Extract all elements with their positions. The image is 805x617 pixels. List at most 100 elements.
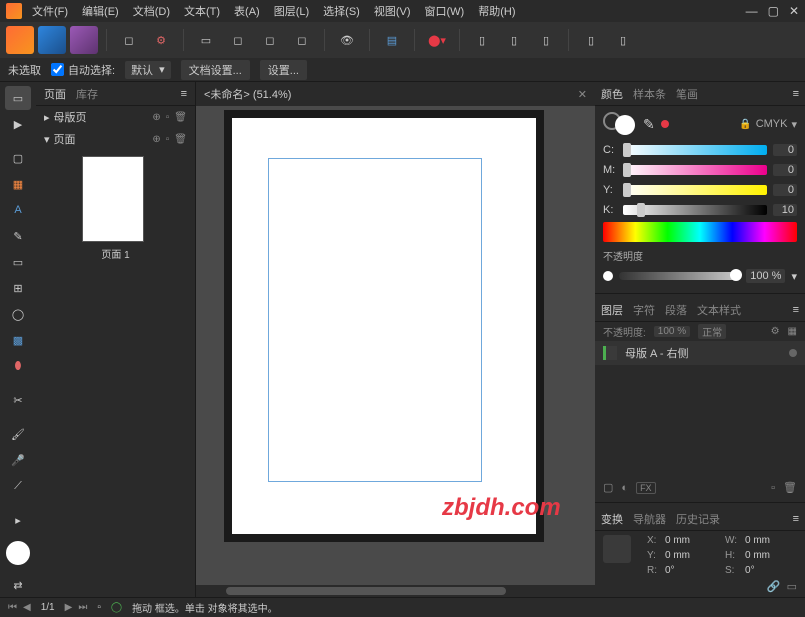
close-button[interactable]: ✕: [789, 4, 799, 18]
opacity-value[interactable]: 100 %: [746, 269, 785, 283]
y-value[interactable]: 0 mm: [665, 550, 717, 561]
opacity-slider[interactable]: [619, 272, 740, 280]
toolbar-icon-4[interactable]: ◻: [288, 26, 316, 54]
table-tool[interactable]: ▦: [5, 172, 31, 196]
shape-tool[interactable]: ⬮: [5, 354, 31, 378]
more-tools[interactable]: ▸: [5, 508, 31, 532]
menu-view[interactable]: 视图(V): [374, 3, 411, 19]
magenta-value[interactable]: 0: [773, 164, 797, 176]
panel-menu-icon[interactable]: ≡: [793, 88, 799, 100]
preflight-icon[interactable]: ⚙: [147, 26, 175, 54]
tab-swatches[interactable]: 样本条: [633, 86, 666, 102]
menu-text[interactable]: 文本(T): [184, 3, 220, 19]
persona-publisher-icon[interactable]: [6, 26, 34, 54]
auto-select-dropdown[interactable]: 默认 ▾: [125, 61, 171, 79]
link-icon[interactable]: 🔗: [767, 580, 781, 593]
fill-stroke-swatch[interactable]: [603, 112, 637, 136]
tab-layers[interactable]: 图层: [601, 302, 623, 318]
menu-select[interactable]: 选择(S): [323, 3, 360, 19]
tab-stroke[interactable]: 笔画: [676, 86, 698, 102]
add-layer-icon[interactable]: ▫: [771, 482, 775, 494]
pages-row[interactable]: ▾ 页面 ⊕ ▫ 🗑: [36, 128, 195, 150]
toolbar-icon-3[interactable]: ◻: [256, 26, 284, 54]
menu-layer[interactable]: 图层(L): [274, 3, 309, 19]
layer-gear-icon[interactable]: ⚙: [771, 326, 780, 337]
artistic-text-tool[interactable]: A: [5, 198, 31, 222]
tab-transform[interactable]: 变换: [601, 511, 623, 527]
panel-menu-icon[interactable]: ≡: [181, 88, 187, 100]
r-value[interactable]: 0°: [665, 565, 717, 576]
layer-lock-icon[interactable]: ▦: [788, 326, 797, 337]
color-spectrum[interactable]: [603, 222, 797, 242]
page-thumbnail[interactable]: [82, 156, 144, 242]
adjust-icon[interactable]: ◐: [621, 482, 628, 494]
mask-icon[interactable]: ▢: [603, 481, 613, 494]
first-page-icon[interactable]: ⏮: [8, 602, 17, 613]
align-icon-1[interactable]: ▯: [468, 26, 496, 54]
yellow-slider[interactable]: Y: 0: [603, 182, 797, 198]
horizontal-scrollbar[interactable]: [196, 585, 595, 597]
color-picker-icon[interactable]: ⬤▾: [423, 26, 451, 54]
color-mode-dropdown[interactable]: 🔒 CMYK ▾: [739, 118, 797, 131]
fx-button[interactable]: FX: [636, 482, 656, 494]
tab-character[interactable]: 字符: [633, 302, 655, 318]
cyan-slider[interactable]: C: 0: [603, 142, 797, 158]
minimize-button[interactable]: —: [746, 4, 758, 18]
layer-visibility-dot[interactable]: [789, 349, 797, 357]
h-value[interactable]: 0 mm: [745, 550, 797, 561]
tab-color[interactable]: 颜色: [601, 86, 623, 102]
ellipse-tool[interactable]: ◯: [5, 302, 31, 326]
settings-button[interactable]: 设置...: [260, 60, 307, 80]
auto-select-checkbox[interactable]: 自动选择:: [51, 62, 115, 78]
cyan-value[interactable]: 0: [773, 144, 797, 156]
next-page-icon[interactable]: ▶: [65, 602, 73, 613]
tab-textstyle[interactable]: 文本样式: [697, 302, 741, 318]
add-icon[interactable]: ⊕: [152, 134, 160, 145]
delete-layer-icon[interactable]: 🗑: [783, 481, 797, 494]
prev-page-icon[interactable]: ◀: [23, 602, 31, 613]
document-icon[interactable]: ▭: [192, 26, 220, 54]
duplicate-icon[interactable]: ▫: [166, 112, 170, 123]
brush-tool[interactable]: 🖌: [5, 422, 31, 446]
s-value[interactable]: 0°: [745, 565, 797, 576]
black-value[interactable]: 10: [773, 204, 797, 216]
maximize-button[interactable]: ▢: [768, 4, 779, 18]
document-tab[interactable]: <未命名> (51.4%): [204, 86, 291, 102]
chevron-down-icon[interactable]: ▾: [791, 270, 797, 283]
menu-table[interactable]: 表(A): [234, 3, 260, 19]
menu-edit[interactable]: 编辑(E): [82, 3, 119, 19]
persona-photo-icon[interactable]: [70, 26, 98, 54]
add-icon[interactable]: ⊕: [152, 112, 160, 123]
last-page-icon[interactable]: ⏭: [78, 602, 87, 613]
toolbar-icon-1[interactable]: ◻: [115, 26, 143, 54]
duplicate-icon[interactable]: ▫: [166, 134, 170, 145]
auto-select-input[interactable]: [51, 63, 64, 76]
tab-paragraph[interactable]: 段落: [665, 302, 687, 318]
trash-icon[interactable]: 🗑: [174, 112, 187, 123]
layer-item[interactable]: 母版 A - 右侧: [595, 341, 805, 365]
menu-file[interactable]: 文件(F): [32, 3, 68, 19]
rectangle-tool[interactable]: ▭: [5, 250, 31, 274]
toolbar-icon-2[interactable]: ◻: [224, 26, 252, 54]
layer-opacity-value[interactable]: 100 %: [654, 326, 690, 337]
arrow-tool[interactable]: ▶: [5, 112, 31, 136]
align-icon-3[interactable]: ▯: [532, 26, 560, 54]
doc-settings-button[interactable]: 文档设置...: [181, 60, 250, 80]
move-tool[interactable]: ▭: [5, 86, 31, 110]
canvas-viewport[interactable]: zbjdh.com: [196, 106, 595, 585]
menu-help[interactable]: 帮助(H): [478, 3, 515, 19]
crop-tool[interactable]: ✂: [5, 388, 31, 412]
x-value[interactable]: 0 mm: [665, 535, 717, 546]
fill-tool[interactable]: 🎤: [5, 448, 31, 472]
trash-icon[interactable]: 🗑: [174, 134, 187, 145]
text-frame-tool[interactable]: ▢: [5, 146, 31, 170]
color-swatch[interactable]: [6, 541, 30, 565]
align-icon[interactable]: ▭: [787, 580, 797, 593]
pen-tool[interactable]: ✎: [5, 224, 31, 248]
yellow-value[interactable]: 0: [773, 184, 797, 196]
menu-window[interactable]: 窗口(W): [425, 3, 465, 19]
baseline-icon[interactable]: ▤: [378, 26, 406, 54]
black-slider[interactable]: K: 10: [603, 202, 797, 218]
menu-doc[interactable]: 文档(D): [133, 3, 170, 19]
swap-colors[interactable]: ⇄: [5, 573, 31, 597]
